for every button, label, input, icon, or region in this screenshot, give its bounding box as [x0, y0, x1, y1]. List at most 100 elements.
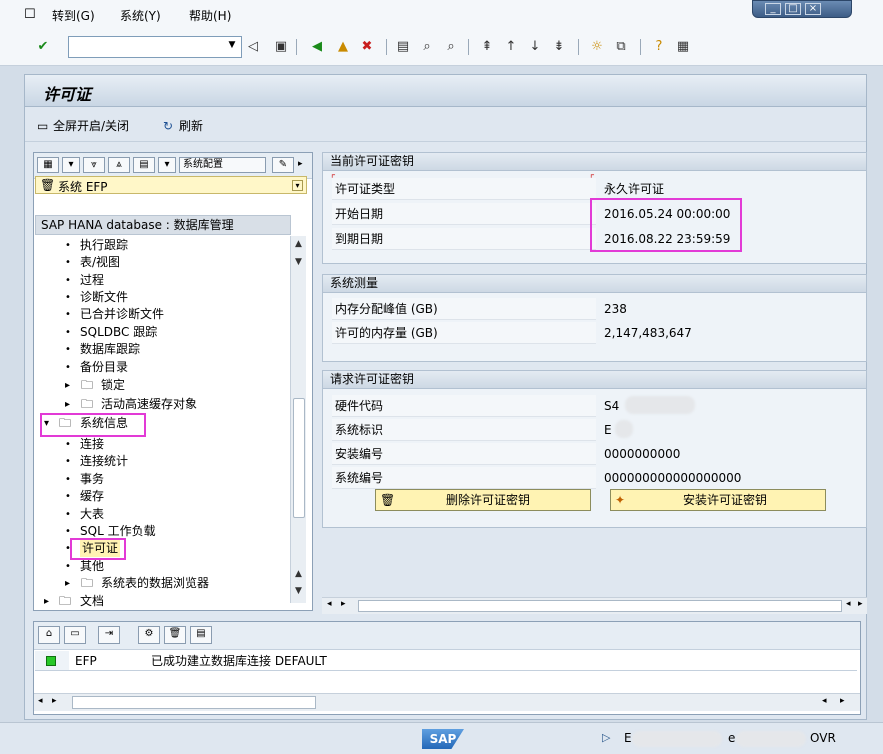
fullscreen-icon: ▭ [37, 119, 49, 133]
expand-status-icon[interactable]: ▷ [602, 731, 610, 744]
tree-item[interactable]: ▸ 🗀 活动高速缓存对象 [35, 396, 291, 413]
folder-icon[interactable]: ▭ [64, 626, 86, 644]
tree-item[interactable]: • SQLDBC 跟踪 [35, 324, 291, 341]
chevron-down-icon[interactable]: ▾ [292, 180, 303, 191]
scroll-down-icon[interactable]: ▼ [293, 257, 304, 269]
tree-scrollbar[interactable]: ▲ ▼ ▲ ▼ [290, 236, 306, 603]
message-row[interactable]: EFP 已成功建立数据库连接 DEFAULT [35, 651, 857, 671]
new-session-icon[interactable]: ☼ [588, 38, 606, 56]
back-icon[interactable]: ◀ [308, 38, 326, 56]
menu-help[interactable]: 帮助(H) [189, 7, 231, 24]
tree-item[interactable]: • 数据库跟踪 [35, 341, 291, 358]
shortcut-icon[interactable]: ⧉ [612, 38, 630, 56]
menu-icon[interactable]: ☐ [24, 7, 36, 22]
command-field[interactable]: ▼ [68, 36, 242, 58]
trash-icon: 🗑 [380, 493, 396, 507]
tree-item[interactable]: • 连接 [35, 436, 291, 453]
delete-license-key-button[interactable]: 🗑 删除许可证密钥 [375, 489, 591, 511]
scrollbar-thumb[interactable] [358, 600, 842, 612]
application-toolbar: ▭ 全屏开启/关闭 ↻ 刷新 [25, 108, 866, 142]
menu-bar: ☐ 转到(G) 系统(Y) 帮助(H) [0, 0, 883, 30]
tree-item[interactable]: • 表/视图 [35, 254, 291, 271]
detail-horizontal-scrollbar[interactable]: ◂ ▸ ◂ ▸ [322, 597, 867, 614]
find-icon[interactable]: ⌕ [418, 38, 436, 56]
save-icon[interactable]: ▣ [272, 38, 290, 56]
tree-item[interactable]: • 过程 [35, 272, 291, 289]
table-icon[interactable]: ▦ [37, 157, 59, 173]
tree-item[interactable]: ▸ 🗀 锁定 [35, 377, 291, 394]
scroll-left-icon[interactable]: ◂ [846, 599, 851, 609]
tree-item-label: 连接统计 [80, 454, 129, 468]
chevron-right-icon[interactable]: ▸ [44, 593, 49, 610]
system-config-label: 系统配置 [183, 159, 223, 170]
last-page-icon[interactable]: ⇟ [550, 38, 568, 56]
print-icon[interactable]: ▤ [394, 38, 412, 56]
chevron-right-icon[interactable]: ▸ [298, 159, 303, 169]
tree-item[interactable]: ▸ 🗀 文档 [35, 593, 291, 610]
exit-icon[interactable]: ▲ [334, 38, 352, 56]
tree-item[interactable]: • 缓存 [35, 488, 291, 505]
window-controls: _ □ × [752, 0, 852, 18]
tree-item[interactable]: • 大表 [35, 506, 291, 523]
dropdown-icon[interactable]: ▾ [158, 157, 176, 173]
print-icon[interactable]: ▤ [190, 626, 212, 644]
minimize-button[interactable]: _ [765, 3, 781, 15]
scroll-up-icon[interactable]: ▲ [293, 239, 304, 251]
scroll-left-icon[interactable]: ◂ [327, 599, 332, 609]
install-license-key-button[interactable]: ✦ 安装许可证密钥 [610, 489, 826, 511]
tree-item[interactable]: • 已合并诊断文件 [35, 306, 291, 323]
find-next-icon[interactable]: ⌕ [442, 38, 460, 56]
menu-goto[interactable]: 转到(G) [52, 7, 95, 24]
collapse-all-icon[interactable]: ⩓ [108, 157, 130, 173]
first-page-icon[interactable]: ⇞ [478, 38, 496, 56]
export-icon[interactable]: ⇥ [98, 626, 120, 644]
tree-item[interactable]: • 连接统计 [35, 453, 291, 470]
expand-all-icon[interactable]: ⩔ [83, 157, 105, 173]
chevron-right-icon[interactable]: ▸ [65, 396, 70, 413]
close-button[interactable]: × [805, 3, 821, 15]
calculator-icon[interactable]: ▤ [133, 157, 155, 173]
overwrite-mode[interactable]: OVR [810, 731, 836, 745]
layout-menu-icon[interactable]: ▦ [674, 38, 692, 56]
scroll-right-icon[interactable]: ▸ [840, 696, 845, 706]
tree-item[interactable]: • 事务 [35, 471, 291, 488]
request-license-key-group: 请求许可证密钥 硬件代码 S4 系统标识 E 安装编号 0000000000 系… [322, 370, 867, 528]
back-arrow-icon[interactable]: ◁ [244, 38, 262, 56]
system-selector[interactable]: 🗑 系统 EFP ▾ [35, 176, 307, 194]
pen-icon[interactable]: ✎ [272, 157, 294, 173]
scroll-left-icon[interactable]: ◂ [822, 696, 827, 706]
menu-system[interactable]: 系统(Y) [120, 7, 161, 24]
cancel-icon[interactable]: ✖ [358, 38, 376, 56]
chevron-down-icon[interactable]: ▼ [225, 40, 239, 54]
dropdown-icon[interactable]: ▾ [62, 157, 80, 173]
scroll-right-icon[interactable]: ▸ [52, 696, 57, 706]
fullscreen-button[interactable]: ▭ 全屏开启/关闭 [37, 117, 129, 134]
system-config-button[interactable]: 系统配置 [179, 157, 266, 173]
tree-item[interactable]: ▸ 🗀 系统表的数据浏览器 [35, 575, 291, 592]
tree-item[interactable]: • 其他 [35, 558, 291, 575]
refresh-button[interactable]: ↻ 刷新 [163, 117, 203, 134]
scrollbar-thumb[interactable] [72, 696, 316, 709]
scroll-right-icon[interactable]: ▸ [341, 599, 346, 609]
scroll-left-icon[interactable]: ◂ [38, 696, 43, 706]
chevron-right-icon[interactable]: ▸ [65, 575, 70, 592]
enter-icon[interactable]: ✔ [34, 38, 52, 56]
next-page-icon[interactable]: ↓ [526, 38, 544, 56]
bullet-icon: • [65, 344, 71, 355]
separator [578, 39, 579, 55]
maximize-button[interactable]: □ [785, 3, 801, 15]
open-folder-icon[interactable]: ⌂ [38, 626, 60, 644]
help-icon[interactable]: ? [650, 38, 668, 56]
scroll-up-icon[interactable]: ▲ [293, 569, 304, 581]
scroll-down-icon[interactable]: ▼ [293, 586, 304, 598]
scroll-right-icon[interactable]: ▸ [858, 599, 863, 609]
settings-icon[interactable]: ⚙ [138, 626, 160, 644]
tree-item[interactable]: • 备份目录 [35, 359, 291, 376]
previous-page-icon[interactable]: ↑ [502, 38, 520, 56]
message-horizontal-scrollbar[interactable]: ◂ ▸ ◂ ▸ [34, 693, 860, 711]
tree-item[interactable]: • 执行跟踪 [35, 237, 291, 254]
scrollbar-thumb[interactable] [293, 398, 305, 518]
trash-icon[interactable]: 🗑 [164, 626, 186, 644]
chevron-right-icon[interactable]: ▸ [65, 377, 70, 394]
tree-item[interactable]: • 诊断文件 [35, 289, 291, 306]
